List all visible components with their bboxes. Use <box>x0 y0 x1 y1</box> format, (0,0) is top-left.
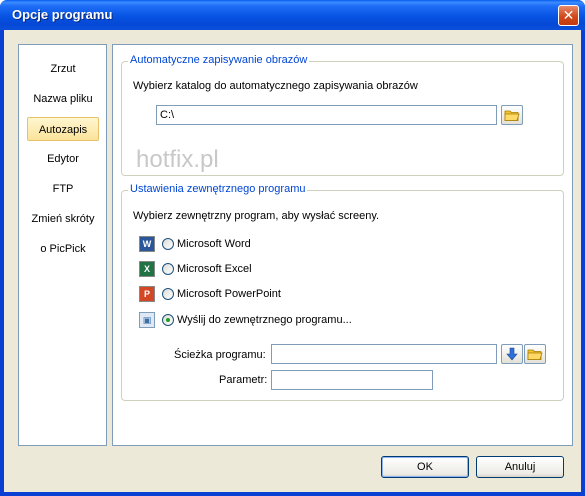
radio-excel[interactable] <box>162 263 174 275</box>
word-icon: W <box>139 236 155 252</box>
radio-word[interactable] <box>162 238 174 250</box>
program-path-input[interactable] <box>271 344 497 364</box>
program-path-browse-button[interactable] <box>524 344 546 364</box>
autosave-description: Wybierz katalog do automatycznego zapisy… <box>133 80 418 92</box>
option-word-label[interactable]: Microsoft Word <box>177 238 251 250</box>
option-powerpoint-label[interactable]: Microsoft PowerPoint <box>177 288 281 300</box>
ok-button[interactable]: OK <box>381 456 469 478</box>
external-program-group: Ustawienia zewnętrznego programu Wybierz… <box>121 183 564 401</box>
parameter-label: Parametr: <box>219 374 268 386</box>
sidebar-item-edytor[interactable]: Edytor <box>27 147 99 171</box>
sidebar-item-zmien-skroty[interactable]: Zmień skróty <box>27 207 99 231</box>
window-title: Opcje programu <box>12 7 113 22</box>
external-description: Wybierz zewnętrzny program, aby wysłać s… <box>133 210 380 222</box>
cancel-button[interactable]: Anuluj <box>476 456 564 478</box>
watermark-text: hotfix.pl <box>136 146 219 173</box>
external-group-title: Ustawienia zewnętrznego programu <box>128 183 308 195</box>
parameter-input[interactable] <box>271 370 433 390</box>
sidebar: Zrzut Nazwa pliku Autozapis Edytor FTP Z… <box>18 44 107 446</box>
program-path-label: Ścieżka programu: <box>174 349 266 361</box>
close-button[interactable]: ✕ <box>558 5 579 26</box>
autosave-path-input[interactable] <box>156 105 497 125</box>
sidebar-item-nazwa-pliku[interactable]: Nazwa pliku <box>27 87 99 111</box>
option-excel-label[interactable]: Microsoft Excel <box>177 263 252 275</box>
autosave-group-title: Automatyczne zapisywanie obrazów <box>128 54 310 66</box>
option-external-label[interactable]: Wyślij do zewnętrznego programu... <box>177 314 352 326</box>
sidebar-item-zrzut[interactable]: Zrzut <box>27 57 99 81</box>
folder-icon <box>527 349 543 360</box>
arrow-down-icon <box>506 347 518 361</box>
dialog-client: Zrzut Nazwa pliku Autozapis Edytor FTP Z… <box>4 30 581 492</box>
autosave-browse-button[interactable] <box>501 105 523 125</box>
sidebar-item-ftp[interactable]: FTP <box>27 177 99 201</box>
folder-icon <box>504 110 520 121</box>
external-program-icon: ▣ <box>139 312 155 328</box>
sidebar-item-o-picpick[interactable]: o PicPick <box>27 237 99 261</box>
close-icon: ✕ <box>562 7 575 23</box>
excel-icon: X <box>139 261 155 277</box>
settings-panel: Automatyczne zapisywanie obrazów Wybierz… <box>112 44 573 446</box>
radio-external-program[interactable] <box>162 314 174 326</box>
radio-powerpoint[interactable] <box>162 288 174 300</box>
title-bar[interactable]: Opcje programu ✕ <box>0 0 585 30</box>
sidebar-item-autozapis[interactable]: Autozapis <box>27 117 99 141</box>
autosave-group: Automatyczne zapisywanie obrazów Wybierz… <box>121 54 564 176</box>
powerpoint-icon: P <box>139 286 155 302</box>
options-window: Opcje programu ✕ Zrzut Nazwa pliku Autoz… <box>0 0 585 496</box>
program-path-dropdown-button[interactable] <box>501 344 523 364</box>
